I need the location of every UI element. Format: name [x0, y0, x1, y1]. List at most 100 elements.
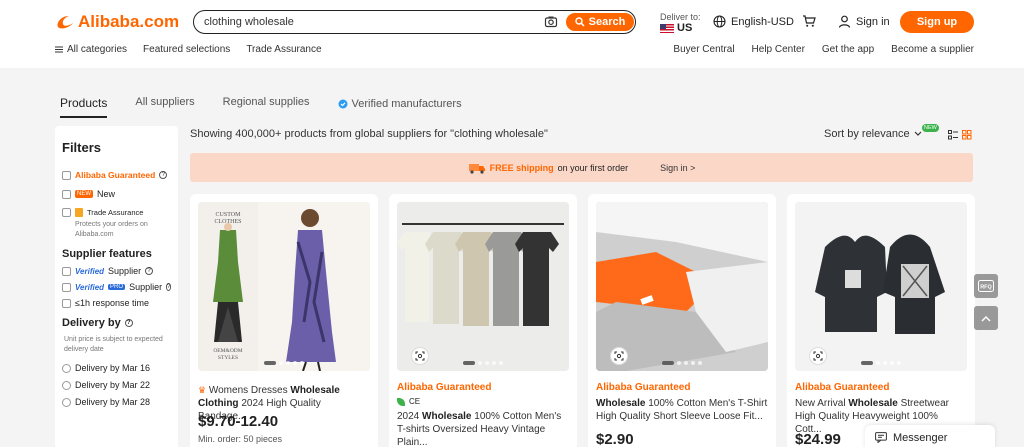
radio-button[interactable]: [62, 363, 71, 373]
alibaba-logo[interactable]: Alibaba.com: [55, 12, 179, 32]
image-search-button[interactable]: [809, 347, 827, 365]
first-order-text: on your first order: [557, 162, 629, 173]
min-order: Min. order: 50 pieces: [198, 434, 283, 444]
camera-icon[interactable]: [544, 15, 558, 29]
checkbox[interactable]: [62, 208, 71, 217]
back-to-top-button[interactable]: [974, 306, 998, 330]
tab-verified-manufacturers[interactable]: Verified manufacturers: [338, 96, 462, 118]
delivery-option[interactable]: Delivery by Mar 28: [62, 397, 171, 407]
image-carousel-dots[interactable]: [198, 361, 370, 365]
product-card[interactable]: Alibaba Guaranteed Wholesale 100% Cotton…: [588, 194, 776, 447]
title-text: Womens Dresses: [208, 385, 291, 396]
alibaba-guaranteed-badge: Alibaba Guaranteed: [397, 382, 492, 393]
cart-icon[interactable]: [802, 14, 816, 28]
checkbox[interactable]: [62, 266, 71, 276]
pro-supplier-label: Supplier: [129, 282, 163, 292]
filter-alibaba-guaranteed[interactable]: Alibaba Guaranteed ?: [62, 170, 171, 180]
tab-verified-label: Verified manufacturers: [351, 98, 462, 110]
result-tabs: Products All suppliers Regional supplies…: [60, 96, 462, 118]
image-search-button[interactable]: [411, 347, 429, 365]
image-search-icon: [415, 351, 425, 361]
title-text: New Arrival: [795, 398, 849, 409]
rfq-button[interactable]: RFQ: [974, 274, 998, 298]
alibaba-guaranteed-label: Alibaba Guaranteed: [75, 170, 156, 180]
chat-icon: [875, 432, 887, 443]
delivery-option[interactable]: Delivery by Mar 16: [62, 363, 171, 373]
subnav-right: Buyer Central Help Center Get the app Be…: [673, 44, 974, 55]
search-icon: [574, 16, 585, 27]
tab-products[interactable]: Products: [60, 96, 108, 118]
help-icon[interactable]: ?: [159, 171, 168, 179]
filter-verified-supplier[interactable]: Verified Supplier ?: [62, 266, 171, 276]
product-card[interactable]: CUSTOM CLOTHES OEM&ODM STYLES ♛ Womens D…: [190, 194, 378, 447]
ce-mark: CE: [409, 397, 421, 406]
become-supplier-link[interactable]: Become a supplier: [891, 44, 974, 55]
product-image[interactable]: [795, 202, 967, 371]
radio-button[interactable]: [62, 380, 71, 390]
results-count: Showing 400,000+ products from global su…: [190, 128, 548, 140]
search-button[interactable]: Search: [566, 12, 634, 31]
promo-signin-link[interactable]: Sign in >: [660, 163, 695, 173]
product-image[interactable]: CUSTOM CLOTHES OEM&ODM STYLES: [198, 202, 370, 371]
all-categories-label: All categories: [67, 44, 128, 55]
delivery-by-label: Delivery by: [62, 317, 121, 329]
rfq-icon: RFQ: [978, 280, 994, 292]
delivery-by-title: Delivery by ?: [62, 317, 171, 329]
free-shipping-banner[interactable]: FREE shipping on your first order Sign i…: [190, 153, 973, 182]
sort-dropdown[interactable]: Sort by relevance NEW: [824, 124, 939, 140]
product-title[interactable]: 2024 Wholesale 100% Cotton Men's T-shirt…: [397, 410, 569, 447]
radio-button[interactable]: [62, 397, 71, 407]
tab-all-suppliers[interactable]: All suppliers: [135, 96, 194, 118]
title-text: 2024: [397, 411, 423, 422]
title-keyword: Wholesale: [848, 398, 898, 409]
trade-assurance-icon: [75, 208, 83, 217]
filter-verified-pro-supplier[interactable]: Verified PRO Supplier ?: [62, 282, 172, 292]
help-icon[interactable]: ?: [166, 283, 172, 291]
filter-trade-assurance[interactable]: Trade Assurance: [62, 208, 171, 217]
verified-badge-icon: [338, 99, 348, 109]
search-input[interactable]: [204, 14, 524, 30]
delivery-option-label: Delivery by Mar 16: [75, 363, 151, 373]
product-image[interactable]: [596, 202, 768, 371]
chevron-down-icon: [914, 131, 922, 136]
product-price: $24.99: [795, 431, 841, 447]
image-search-button[interactable]: [610, 347, 628, 365]
sort-new-badge: NEW: [922, 124, 939, 132]
product-card[interactable]: Alibaba Guaranteed CE 2024 Wholesale 100…: [389, 194, 577, 447]
supplier-label: Supplier: [108, 266, 142, 276]
language-selector[interactable]: English-USD: [713, 15, 794, 28]
tab-regional-supplies[interactable]: Regional supplies: [223, 96, 310, 118]
product-price: $2.90: [596, 431, 634, 447]
get-the-app-link[interactable]: Get the app: [822, 44, 874, 55]
verified-logo: Verified: [75, 266, 105, 276]
checkbox[interactable]: [62, 282, 71, 292]
deliver-to[interactable]: Deliver to: US: [660, 12, 701, 34]
all-categories-menu[interactable]: All categories: [55, 44, 127, 55]
grid-view-icon[interactable]: [962, 129, 972, 140]
product-card[interactable]: Alibaba Guaranteed New Arrival Wholesale…: [787, 194, 975, 447]
filter-new[interactable]: NEW New: [62, 189, 171, 199]
signup-button[interactable]: Sign up: [900, 11, 974, 33]
certifications: CE: [397, 397, 420, 406]
signin-link[interactable]: Sign in: [838, 15, 890, 28]
buyer-central-link[interactable]: Buyer Central: [673, 44, 734, 55]
list-view-icon[interactable]: [948, 129, 958, 140]
alibaba-guaranteed-badge: Alibaba Guaranteed: [596, 382, 691, 393]
help-icon[interactable]: ?: [145, 267, 154, 275]
help-center-link[interactable]: Help Center: [752, 44, 805, 55]
alibaba-logo-text: Alibaba.com: [78, 12, 180, 31]
product-image[interactable]: [397, 202, 569, 371]
help-icon[interactable]: ?: [124, 319, 133, 327]
delivery-option[interactable]: Delivery by Mar 22: [62, 380, 171, 390]
title-keyword: Clothing: [198, 398, 239, 409]
messenger-button[interactable]: Messenger: [865, 425, 995, 447]
checkbox[interactable]: [62, 298, 71, 308]
language-label: English-USD: [731, 15, 794, 28]
title-keyword: Wholesale: [290, 385, 340, 396]
filter-response-time[interactable]: ≤1h response time: [62, 298, 171, 308]
checkbox[interactable]: [62, 170, 71, 180]
product-title[interactable]: Wholesale 100% Cotton Men's T-Shirt High…: [596, 397, 768, 423]
trade-assurance-link[interactable]: Trade Assurance: [246, 44, 321, 55]
featured-selections-link[interactable]: Featured selections: [143, 44, 230, 55]
checkbox[interactable]: [62, 189, 71, 199]
